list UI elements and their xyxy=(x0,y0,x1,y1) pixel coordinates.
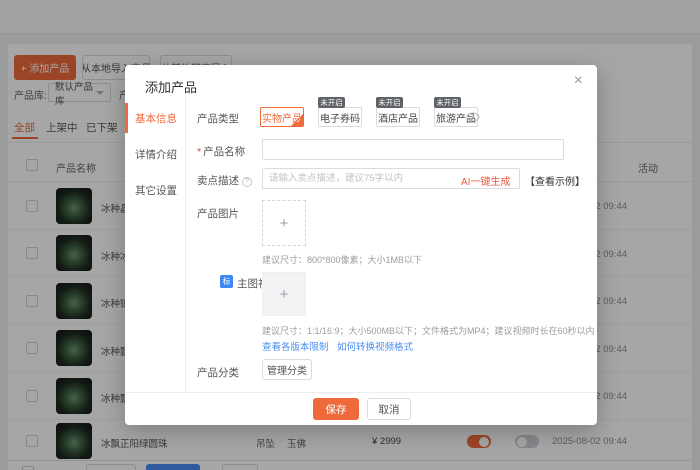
type-label: 电子券码 xyxy=(320,113,360,125)
plus-icon: + xyxy=(279,285,289,303)
type-label: 酒店产品 xyxy=(378,113,418,125)
label-text: 产品名称 xyxy=(203,146,246,158)
ai-generate-button[interactable]: AI一键生成 xyxy=(461,173,510,188)
video-upload-button[interactable]: + xyxy=(262,272,306,316)
modal-title: 添加产品 xyxy=(145,80,198,95)
disabled-badge: 未开启 xyxy=(434,97,461,108)
type-physical-button[interactable]: 实物产品 xyxy=(260,107,304,127)
screen: + 添加产品 从本地导入产品 从其他网店导入 产品库: 默认产品库 产品名称 全… xyxy=(0,0,700,470)
type-hotel-button[interactable]: 酒店产品 xyxy=(376,107,420,127)
cancel-button[interactable]: 取消 xyxy=(367,398,411,420)
type-ecoupon-button[interactable]: 电子券码 xyxy=(318,107,362,127)
check-icon xyxy=(291,114,303,126)
label-text: 卖点描述 xyxy=(197,175,239,187)
image-hint: 建议尺寸：800*800像素；大小1MB以下 xyxy=(262,255,423,265)
help-icon[interactable] xyxy=(242,176,252,187)
product-image-label: 产品图片 xyxy=(197,208,239,220)
disabled-badge: 未开启 xyxy=(318,97,345,108)
product-name-label: * 产品名称 xyxy=(197,144,245,159)
product-name-input[interactable] xyxy=(262,139,564,160)
view-example-link[interactable]: 【查看示例】 xyxy=(525,173,585,188)
product-type-label: 产品类型 xyxy=(197,113,239,125)
modal-footer-divider xyxy=(125,392,597,393)
required-mark: * xyxy=(197,146,202,158)
version-limits-link[interactable]: 查看各版本限制 xyxy=(262,339,329,353)
add-product-modal: 添加产品 基本信息 详情介绍 其它设置 产品类型 实物产品 未开启 电子券码 未… xyxy=(125,65,597,425)
standard-version-badge: 标 xyxy=(220,275,233,288)
modal-tab-basic-info[interactable]: 基本信息 xyxy=(125,103,185,133)
product-category-label: 产品分类 xyxy=(197,367,239,379)
disabled-badge: 未开启 xyxy=(376,97,403,108)
selling-point-label: 卖点描述 xyxy=(197,173,252,188)
manage-category-button[interactable]: 管理分类 xyxy=(262,359,312,380)
save-button[interactable]: 保存 xyxy=(313,398,359,420)
modal-tab-detail-intro[interactable]: 详情介绍 xyxy=(125,139,185,169)
eye-icon[interactable] xyxy=(466,112,480,122)
video-hint: 建议尺寸：1:1/16:9；大小500MB以下；文件格式为MP4；建议视频时长在… xyxy=(262,326,595,336)
plus-icon: + xyxy=(279,214,289,232)
close-icon[interactable] xyxy=(574,73,583,89)
convert-format-link[interactable]: 如何转换视频格式 xyxy=(337,339,413,353)
nav-divider xyxy=(185,95,186,392)
modal-tab-other-settings[interactable]: 其它设置 xyxy=(125,175,185,205)
image-upload-button[interactable]: + xyxy=(262,200,306,246)
